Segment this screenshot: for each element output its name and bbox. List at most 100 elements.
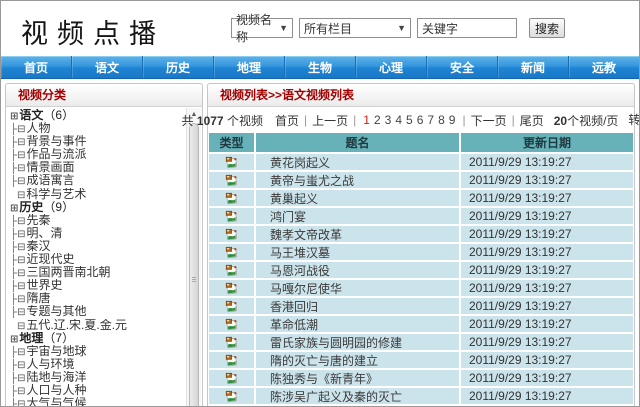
search-button[interactable]: 搜索: [529, 18, 565, 38]
nav-tab-8[interactable]: 新闻: [498, 56, 569, 78]
nav-tab-5[interactable]: 生物: [285, 56, 356, 78]
table-row[interactable]: 马恩河战役2011/9/29 13:19:27: [209, 262, 633, 278]
nav-tab-1[interactable]: 首页: [1, 56, 72, 78]
sidebar-panel: 视频分类 ⊞语文（6）├⊟人物├⊟背景与事件├⊟作品与流派├⊟情景画面├⊟成语寓…: [5, 83, 203, 407]
update-date: 2011/9/29 13:19:27: [461, 316, 633, 332]
category-select[interactable]: 所有栏目 ▼: [299, 18, 411, 38]
search-field-select-value: 视频名称: [236, 11, 273, 45]
tree-item[interactable]: ├⊟背景与事件: [10, 135, 185, 148]
type-cell: [209, 334, 256, 350]
tree-item[interactable]: ├⊟陆地与海洋: [10, 371, 185, 384]
type-cell: [209, 280, 256, 296]
table-row[interactable]: 马王堆汉墓2011/9/29 13:19:27: [209, 244, 633, 260]
nav-tab-4[interactable]: 地理: [214, 56, 285, 78]
tree-item[interactable]: ├⊟近现代史: [10, 253, 185, 266]
tree-node-icon: ├⊟: [10, 307, 25, 318]
tree-node-icon: ├⊟: [10, 163, 25, 174]
nav-tab-2[interactable]: 语文: [72, 56, 143, 78]
tree-node-icon: ├⊟: [10, 242, 25, 253]
sidebar-scrollbar[interactable]: ▲: [186, 108, 201, 407]
table-row[interactable]: 黄巢起义2011/9/29 13:19:27: [209, 190, 633, 206]
chevron-down-icon: ▼: [391, 23, 406, 33]
tree-item[interactable]: ├⊟三国两晋南北朝: [10, 266, 185, 279]
tree-item[interactable]: ⊞地理（7）: [10, 332, 185, 345]
prev-page-link[interactable]: 上一页: [312, 112, 348, 129]
table-row[interactable]: 陈涉吴广起义及秦的灭亡2011/9/29 13:19:27: [209, 388, 633, 404]
first-page-link[interactable]: 首页: [275, 112, 299, 129]
tree-item[interactable]: ├⊟成语寓言: [10, 174, 185, 187]
page-number-4[interactable]: 4: [395, 113, 402, 127]
tree-item-label: 先秦: [26, 214, 50, 227]
table-row[interactable]: 雷氏家族与圆明园的修建2011/9/29 13:19:27: [209, 334, 633, 350]
video-title: 陈涉吴广起义及秦的灭亡: [256, 388, 461, 404]
tree-item[interactable]: ├⊟人物: [10, 122, 185, 135]
table-row[interactable]: 香港回归2011/9/29 13:19:27: [209, 298, 633, 314]
video-title: 陈独秀与《新青年》: [256, 370, 461, 386]
tree-item[interactable]: ├⊟人与环境: [10, 358, 185, 371]
separator: |: [304, 113, 307, 127]
media-clip-icon: [225, 174, 238, 187]
table-row[interactable]: 黄帝与蚩尤之战2011/9/29 13:19:27: [209, 172, 633, 188]
scrollbar-thumb[interactable]: [189, 123, 199, 407]
table-row[interactable]: 魏孝文帝改革2011/9/29 13:19:27: [209, 226, 633, 242]
tree-item[interactable]: ├⊟秦汉: [10, 240, 185, 253]
keyword-input[interactable]: [417, 18, 517, 38]
media-clip-icon: [225, 354, 238, 367]
table-row[interactable]: 隋的灭亡与唐的建立2011/9/29 13:19:27: [209, 352, 633, 368]
page-numbers: 123456789: [361, 113, 457, 127]
tree-item[interactable]: ├⊟宇宙与地球: [10, 345, 185, 358]
tree-item[interactable]: ├⊟隋唐: [10, 292, 185, 305]
tree-node-icon: ├⊟: [10, 124, 25, 135]
tree-item-label: 五代.辽.宋.夏.金.元: [26, 319, 127, 332]
page-number-2[interactable]: 2: [374, 113, 381, 127]
scrollbar-grip: [192, 277, 196, 282]
tree-item[interactable]: ├⊟专题与其他: [10, 305, 185, 318]
tree-item-label: 人与环境: [26, 358, 74, 371]
page-number-7[interactable]: 7: [427, 113, 434, 127]
page-number-8[interactable]: 8: [438, 113, 445, 127]
nav-tab-7[interactable]: 安全: [427, 56, 498, 78]
tree-node-icon: ├⊟: [10, 347, 25, 358]
media-clip-icon: [225, 246, 238, 259]
nav-tab-9[interactable]: 远教: [569, 56, 639, 78]
tree-node-icon: ├⊟: [10, 216, 25, 227]
tree-item-label: 秦汉: [26, 240, 50, 253]
nav-tab-3[interactable]: 历史: [143, 56, 214, 78]
table-row[interactable]: 鸿门宴2011/9/29 13:19:27: [209, 208, 633, 224]
tree-item[interactable]: ├⊟大气与气候: [10, 397, 185, 407]
tree-item[interactable]: ├⊟明、清: [10, 227, 185, 240]
page-number-6[interactable]: 6: [417, 113, 424, 127]
tree-node-icon: ├⊟: [10, 373, 25, 384]
tree-item[interactable]: ├⊟人口与人种: [10, 384, 185, 397]
table-row[interactable]: 马嘎尔尼使华2011/9/29 13:19:27: [209, 280, 633, 296]
table-row[interactable]: 黄花岗起义2011/9/29 13:19:27: [209, 154, 633, 170]
tree-item[interactable]: ⊟五代.辽.宋.夏.金.元: [10, 319, 185, 332]
update-date: 2011/9/29 13:19:27: [461, 262, 633, 278]
tree-item[interactable]: ⊟科学与艺术: [10, 188, 185, 201]
video-title: 鸿门宴: [256, 208, 461, 224]
tree-item[interactable]: ⊞语文（6）: [10, 109, 185, 122]
update-date: 2011/9/29 13:19:27: [461, 298, 633, 314]
tree-node-icon: ├⊟: [10, 360, 25, 371]
table-row[interactable]: 陈独秀与《新青年》2011/9/29 13:19:27: [209, 370, 633, 386]
nav-tab-6[interactable]: 心理: [356, 56, 427, 78]
video-title: 雷氏家族与圆明园的修建: [256, 334, 461, 350]
tree-item[interactable]: ⊞历史（9）: [10, 201, 185, 214]
video-title: 马恩河战役: [256, 262, 461, 278]
type-cell: [209, 226, 256, 242]
page-number-1[interactable]: 1: [363, 113, 370, 127]
media-clip-icon: [225, 300, 238, 313]
tree-item[interactable]: ├⊟世界史: [10, 279, 185, 292]
page-number-5[interactable]: 5: [406, 113, 413, 127]
tree-item[interactable]: ├⊟情景画面: [10, 161, 185, 174]
last-page-link[interactable]: 尾页: [520, 112, 544, 129]
search-field-select[interactable]: 视频名称 ▼: [231, 18, 293, 38]
table-row[interactable]: 革命低潮2011/9/29 13:19:27: [209, 316, 633, 332]
page-number-3[interactable]: 3: [385, 113, 392, 127]
next-page-link[interactable]: 下一页: [471, 112, 507, 129]
tree-item[interactable]: ├⊟作品与流派: [10, 148, 185, 161]
tree-item-count: （9）: [43, 201, 74, 214]
page-number-9[interactable]: 9: [449, 113, 456, 127]
main-nav: 首页语文历史地理生物心理安全新闻远教: [1, 56, 639, 79]
tree-item[interactable]: ├⊟先秦: [10, 214, 185, 227]
